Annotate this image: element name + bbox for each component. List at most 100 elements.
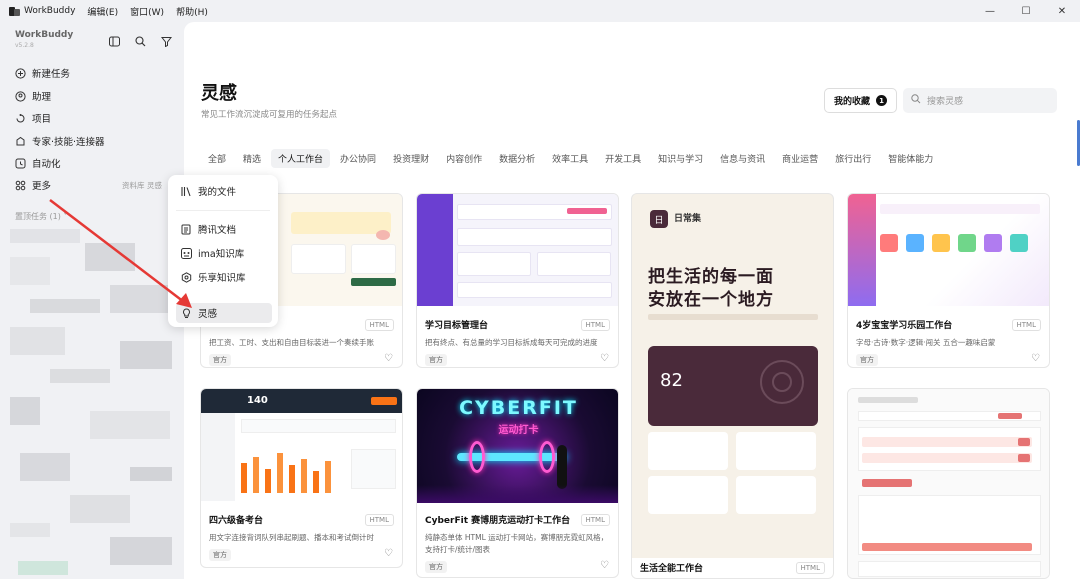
tab-item[interactable]: 精选 — [236, 149, 268, 168]
popup-item-label: 乐享知识库 — [198, 273, 246, 284]
search-input[interactable]: 搜索灵感 — [903, 88, 1057, 113]
tab-item[interactable]: 信息与资讯 — [713, 149, 772, 168]
nav-assistant[interactable]: 助理 — [14, 89, 51, 103]
popup-item-tencent-docs[interactable]: 腾讯文档 — [176, 219, 272, 239]
nav-project[interactable]: 项目 — [14, 111, 51, 125]
card-study-goal[interactable]: 学习目标管理台 HTML 把有终点、有总量的学习目标拆成每天可完成的进度 官方 … — [416, 193, 619, 368]
card-thumbnail — [848, 194, 1049, 306]
nav-new-task[interactable]: 新建任务 — [14, 66, 70, 80]
search-icon — [911, 94, 921, 107]
card-description: 字母·古诗·数字·逻辑·闯关 五合一趣味启蒙 — [856, 338, 996, 347]
menu-window[interactable]: 窗口(W) — [130, 5, 164, 18]
nav-automation[interactable]: 自动化 — [14, 156, 61, 170]
ima-icon — [180, 247, 192, 259]
card-toddler-learning[interactable]: 4岁宝宝学习乐园工作台 HTML 字母·古诗·数字·逻辑·闯关 五合一趣味启蒙 … — [847, 193, 1050, 368]
nav-label: 专家·技能·连接器 — [32, 137, 105, 148]
card-home-health[interactable] — [847, 388, 1050, 579]
tab-item[interactable]: 数据分析 — [492, 149, 542, 168]
card-format-badge: HTML — [580, 514, 610, 526]
popup-item-ima[interactable]: ima知识库 — [176, 243, 272, 263]
card-description: 纯静态单体 HTML 运动打卡网站，赛博朋克霓虹风格，支持打卡/统计/图表 — [425, 533, 609, 554]
more-popup-menu: 我的文件 腾讯文档 ima知识库 乐享知识库 灵感 — [168, 175, 278, 327]
expert-icon — [14, 135, 26, 147]
heart-icon[interactable]: ♡ — [384, 353, 393, 364]
heart-icon[interactable]: ♡ — [600, 353, 609, 364]
menu-help[interactable]: 帮助(H) — [176, 5, 208, 18]
popup-item-label: 灵感 — [198, 309, 218, 320]
search-icon[interactable] — [133, 34, 147, 48]
heart-icon[interactable]: ♡ — [600, 560, 609, 571]
maximize-button[interactable]: ☐ — [1008, 0, 1044, 22]
card-cet-prep[interactable]: 140 四六级备考台 HTML 用文字连接背词队列串起刷题、播本和考试倒计时 官… — [200, 388, 403, 568]
card-life-workspace[interactable]: 日 日常集 把生活的每一面 安放在一个地方 82 生活全能工作台 HTML — [631, 193, 834, 579]
popup-item-lexiang[interactable]: 乐享知识库 — [176, 267, 272, 287]
my-favorites-button[interactable]: 我的收藏 1 — [824, 88, 897, 113]
filter-icon[interactable] — [159, 34, 173, 48]
resource-hint: 资料库 灵感 — [122, 181, 162, 190]
tab-item[interactable]: 内容创作 — [439, 149, 489, 168]
search-placeholder: 搜索灵感 — [927, 97, 964, 107]
popup-item-my-files[interactable]: 我的文件 — [176, 181, 272, 201]
card-format-badge: HTML — [580, 319, 610, 331]
plus-circle-icon — [14, 67, 26, 79]
title-bar: WorkBuddy 编辑(E) 窗口(W) 帮助(H) — ☐ ✕ — [0, 0, 1080, 22]
tab-item[interactable]: 知识与学习 — [651, 149, 710, 168]
app-logo-icon — [8, 5, 20, 17]
card-title: 学习目标管理台 — [425, 321, 489, 331]
tab-item[interactable]: 办公协同 — [333, 149, 383, 168]
card-official-tag: 官方 — [856, 354, 878, 366]
card-format-badge: HTML — [364, 514, 394, 526]
tab-item[interactable]: 效率工具 — [545, 149, 595, 168]
poster-logo-icon: 日 — [650, 210, 668, 228]
pinned-tasks-header[interactable]: 置顶任务 (1) ˅ — [15, 211, 67, 222]
popup-item-label: 我的文件 — [198, 187, 237, 198]
app-name: WorkBuddy — [24, 6, 76, 16]
nav-label: 新建任务 — [32, 69, 71, 80]
menu-edit[interactable]: 编辑(E) — [87, 5, 118, 18]
card-format-badge: HTML — [364, 319, 394, 331]
tab-item[interactable]: 投资理财 — [386, 149, 436, 168]
poster-stat-number: 82 — [660, 370, 683, 391]
tab-item[interactable]: 开发工具 — [598, 149, 648, 168]
card-format-badge: HTML — [1011, 319, 1041, 331]
tab-item[interactable]: 智能体能力 — [881, 149, 940, 168]
tab-item[interactable]: 旅行出行 — [828, 149, 878, 168]
popup-item-label: 腾讯文档 — [198, 225, 237, 236]
popup-item-inspiration[interactable]: 灵感 — [176, 303, 272, 323]
card-description: 把工资、工时、支出和自由目标装进一个奏续手账 — [209, 338, 374, 347]
poster-name: 日常集 — [674, 214, 702, 224]
folder-icon — [180, 185, 192, 197]
heart-icon[interactable]: ♡ — [384, 548, 393, 559]
favorites-count-badge: 1 — [876, 95, 887, 106]
heart-icon[interactable]: ♡ — [1031, 353, 1040, 364]
poster-headline-2: 安放在一个地方 — [648, 290, 774, 310]
card-official-tag: 官方 — [425, 354, 447, 366]
panel-icon[interactable] — [107, 34, 121, 48]
tab-item[interactable]: 商业运营 — [775, 149, 825, 168]
nav-more[interactable]: 更多 — [14, 178, 51, 192]
brand-name: WorkBuddy — [15, 30, 74, 40]
poster-title: CYBERFIT — [459, 397, 578, 419]
tab-item[interactable]: 全部 — [201, 149, 233, 168]
popup-item-label: ima知识库 — [198, 249, 245, 260]
card-official-tag: 官方 — [209, 549, 231, 561]
card-description: 用文字连接背词队列串起刷题、播本和考试倒计时 — [209, 533, 374, 542]
poster-subtitle: 运动打卡 — [498, 425, 539, 436]
close-button[interactable]: ✕ — [1044, 0, 1080, 22]
favorites-label: 我的收藏 — [833, 97, 870, 107]
card-thumbnail: CYBERFIT 运动打卡 — [417, 389, 618, 503]
card-title: 生活全能工作台 — [640, 564, 704, 574]
minimize-button[interactable]: — — [972, 0, 1008, 22]
card-official-tag: 官方 — [209, 354, 231, 366]
card-thumbnail — [848, 389, 1049, 578]
card-description: 把有终点、有总量的学习目标拆成每天可完成的进度 — [425, 338, 598, 347]
lexiang-icon — [180, 271, 192, 283]
nav-label: 助理 — [32, 92, 52, 103]
project-icon — [14, 112, 26, 124]
doc-icon — [180, 223, 192, 235]
popup-divider — [176, 210, 270, 211]
nav-experts[interactable]: 专家·技能·连接器 — [14, 134, 105, 148]
card-cyberfit[interactable]: CYBERFIT 运动打卡 CyberFit 赛博朋克运动打卡工作台 HTML … — [416, 388, 619, 578]
tab-item[interactable]: 个人工作台 — [271, 149, 331, 168]
blurred-task-list — [10, 229, 172, 575]
